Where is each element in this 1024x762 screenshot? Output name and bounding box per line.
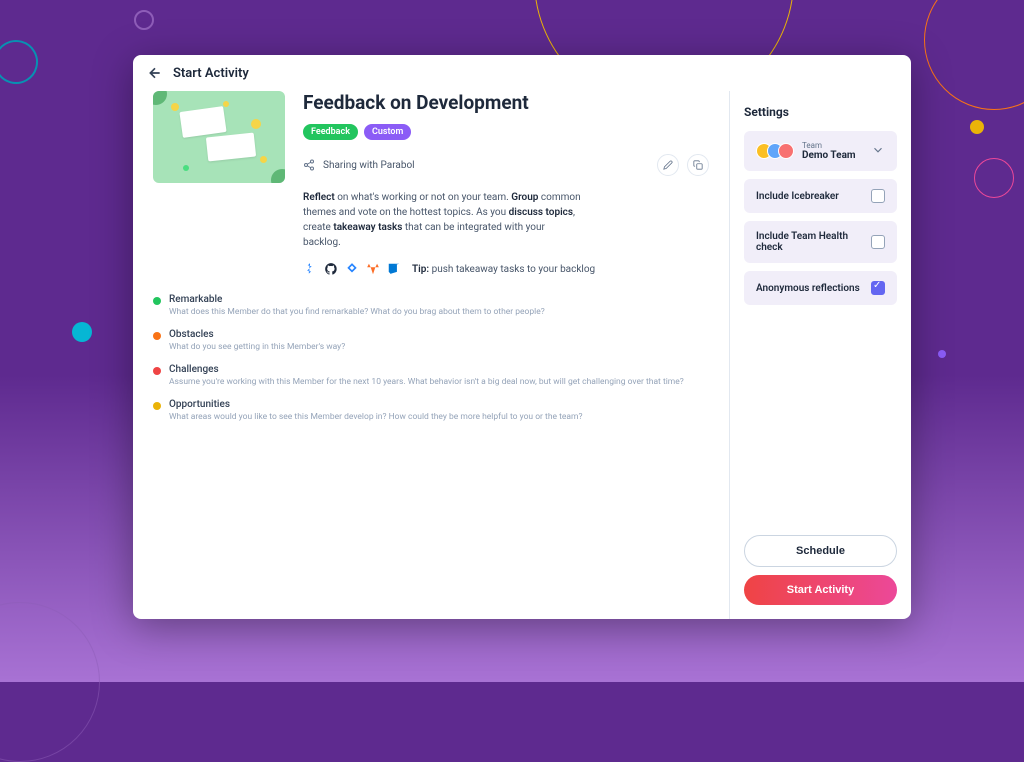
jira-icon bbox=[303, 262, 317, 276]
share-row: Sharing with Parabol bbox=[303, 154, 709, 176]
prompt-item: Obstacles What do you see getting in thi… bbox=[153, 329, 709, 354]
template-description: Reflect on what's working or not on your… bbox=[303, 190, 583, 250]
prompt-color-dot bbox=[153, 297, 161, 305]
team-avatars bbox=[756, 143, 794, 159]
tip-text: Tip: push takeaway tasks to your backlog bbox=[412, 264, 595, 275]
header: Start Activity bbox=[133, 55, 911, 91]
template-illustration bbox=[153, 91, 285, 183]
body: Feedback on Development Feedback Custom … bbox=[133, 91, 911, 619]
bg-decoration bbox=[970, 120, 984, 134]
main-content: Feedback on Development Feedback Custom … bbox=[133, 91, 729, 619]
sidebar-footer: Schedule Start Activity bbox=[744, 535, 897, 605]
setting-label: Include Icebreaker bbox=[756, 191, 839, 202]
bg-decoration bbox=[0, 35, 43, 89]
sharing-text: Sharing with Parabol bbox=[323, 160, 649, 171]
bg-decoration bbox=[72, 322, 92, 342]
setting-icebreaker[interactable]: Include Icebreaker bbox=[744, 179, 897, 213]
setting-label: Anonymous reflections bbox=[756, 283, 860, 294]
prompt-description: What does this Member do that you find r… bbox=[169, 307, 709, 319]
app-window: Start Activity Feedback on Development F… bbox=[133, 55, 911, 619]
back-button[interactable] bbox=[147, 65, 163, 81]
integrations-row: Tip: push takeaway tasks to your backlog bbox=[303, 262, 709, 276]
prompt-description: What areas would you like to see this Me… bbox=[169, 412, 709, 424]
checkbox-checked-icon bbox=[871, 281, 885, 295]
settings-sidebar: Settings Team Demo Team Include Icebreak… bbox=[729, 91, 911, 619]
checkbox-icon bbox=[871, 189, 885, 203]
gitlab-icon bbox=[366, 262, 380, 276]
bg-decoration bbox=[134, 10, 154, 30]
team-info: Team Demo Team bbox=[802, 141, 863, 161]
prompt-list: Remarkable What does this Member do that… bbox=[153, 294, 709, 424]
schedule-button[interactable]: Schedule bbox=[744, 535, 897, 567]
prompt-color-dot bbox=[153, 332, 161, 340]
bg-decoration bbox=[938, 350, 946, 358]
tag-feedback: Feedback bbox=[303, 124, 358, 140]
avatar bbox=[778, 143, 794, 159]
prompt-title: Opportunities bbox=[169, 399, 709, 410]
jira-blue-icon bbox=[345, 262, 359, 276]
prompt-color-dot bbox=[153, 367, 161, 375]
copy-button[interactable] bbox=[687, 154, 709, 176]
bg-decoration bbox=[974, 158, 1014, 198]
prompt-title: Obstacles bbox=[169, 329, 709, 340]
prompt-item: Opportunities What areas would you like … bbox=[153, 399, 709, 424]
azure-icon bbox=[387, 262, 401, 276]
checkbox-icon bbox=[871, 235, 885, 249]
details-column: Feedback on Development Feedback Custom … bbox=[303, 91, 709, 599]
setting-label: Include Team Health check bbox=[756, 231, 863, 253]
page-title: Feedback on Development bbox=[303, 91, 709, 114]
header-title: Start Activity bbox=[173, 66, 249, 81]
team-selector[interactable]: Team Demo Team bbox=[744, 131, 897, 171]
tag-row: Feedback Custom bbox=[303, 124, 709, 140]
prompt-description: What do you see getting in this Member's… bbox=[169, 342, 709, 354]
setting-team-health[interactable]: Include Team Health check bbox=[744, 221, 897, 263]
tag-custom: Custom bbox=[364, 124, 411, 140]
chevron-down-icon bbox=[871, 142, 885, 161]
edit-button[interactable] bbox=[657, 154, 679, 176]
setting-anonymous[interactable]: Anonymous reflections bbox=[744, 271, 897, 305]
start-activity-button[interactable]: Start Activity bbox=[744, 575, 897, 605]
share-icon bbox=[303, 156, 315, 175]
sidebar-title: Settings bbox=[744, 105, 897, 119]
team-label: Team bbox=[802, 141, 863, 150]
prompt-item: Remarkable What does this Member do that… bbox=[153, 294, 709, 319]
prompt-description: Assume you're working with this Member f… bbox=[169, 377, 709, 389]
github-icon bbox=[324, 262, 338, 276]
prompt-item: Challenges Assume you're working with th… bbox=[153, 364, 709, 389]
team-name: Demo Team bbox=[802, 150, 863, 161]
prompt-color-dot bbox=[153, 402, 161, 410]
prompt-title: Challenges bbox=[169, 364, 709, 375]
bg-decoration bbox=[924, 0, 1024, 110]
prompt-title: Remarkable bbox=[169, 294, 709, 305]
bg-decoration bbox=[0, 602, 100, 762]
